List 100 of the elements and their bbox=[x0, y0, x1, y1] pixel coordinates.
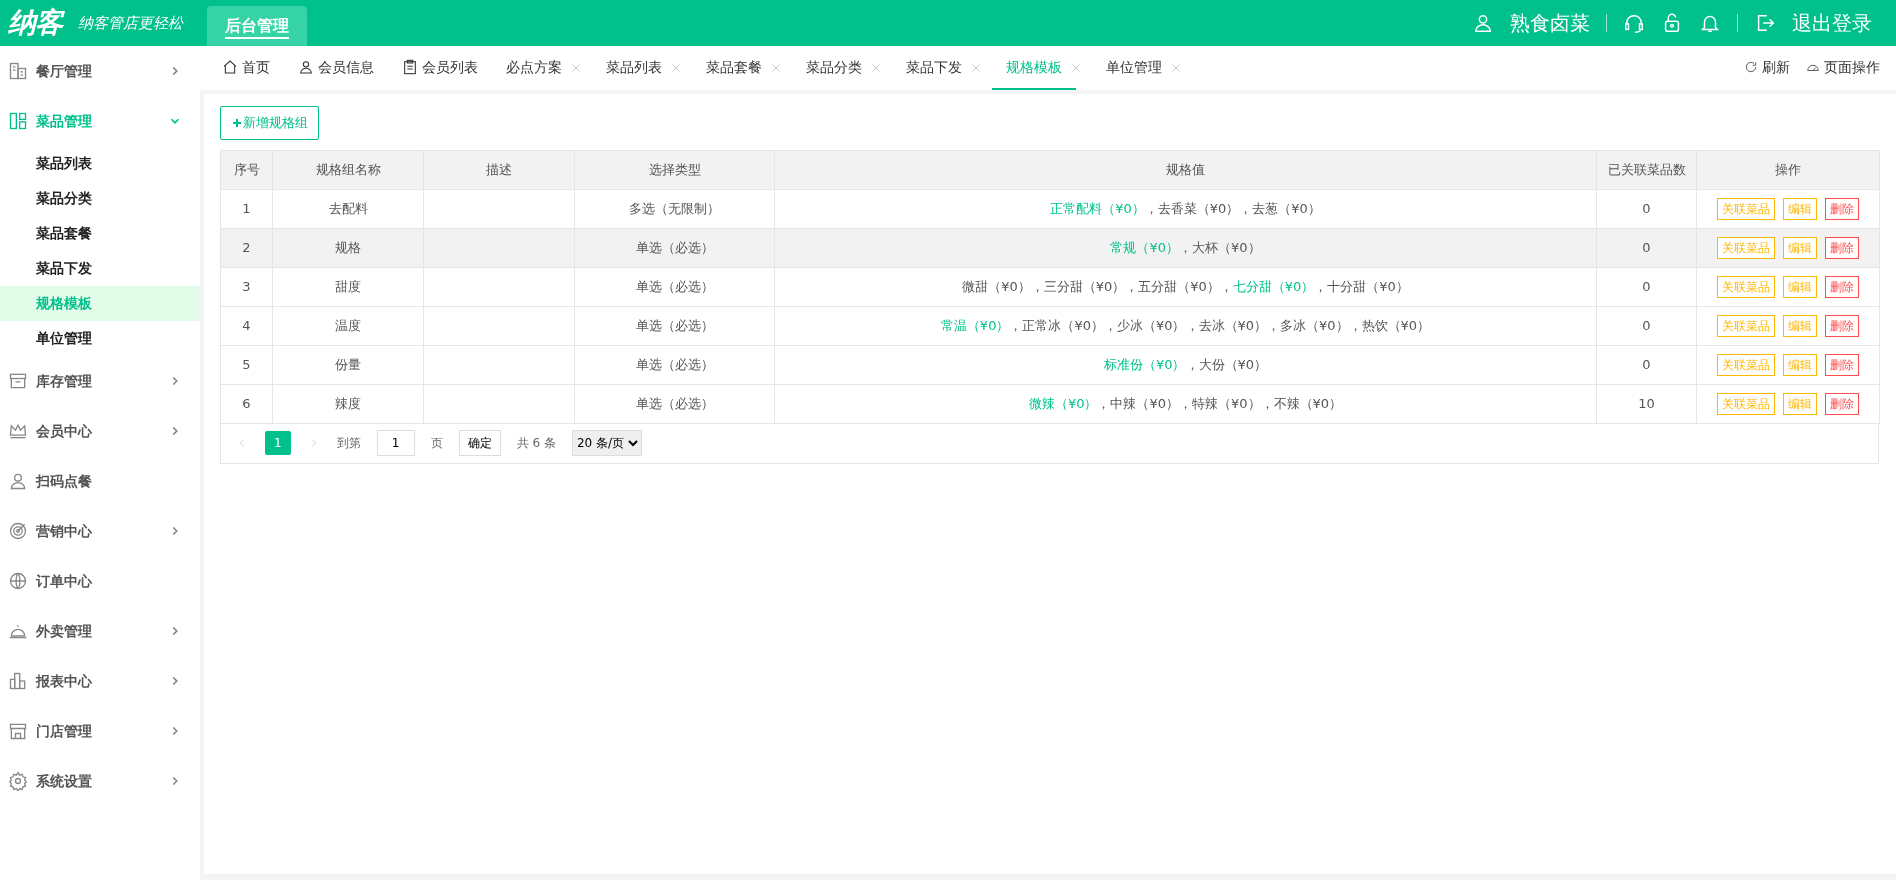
close-icon[interactable] bbox=[970, 62, 982, 74]
default-spec-value: 微辣（¥0） bbox=[1028, 395, 1098, 411]
default-spec-value: 常温（¥0） bbox=[940, 317, 1010, 333]
default-spec-value: 七分甜（¥0） bbox=[1232, 278, 1315, 294]
table-cell: 4 bbox=[220, 306, 273, 345]
close-icon[interactable] bbox=[1170, 62, 1182, 74]
headset-icon bbox=[1623, 12, 1645, 34]
table-cell: 单选（必选） bbox=[574, 228, 775, 267]
table-cell: 6 bbox=[220, 384, 273, 423]
page-tab[interactable]: 单位管理 bbox=[1092, 46, 1176, 90]
close-icon[interactable] bbox=[770, 62, 782, 74]
close-icon[interactable] bbox=[1070, 62, 1082, 74]
sidebar-subitem[interactable]: 菜品列表 bbox=[0, 146, 200, 181]
spec-value: ，大份（¥0） bbox=[1185, 356, 1268, 372]
globe-icon bbox=[8, 571, 28, 591]
page-tab[interactable]: 会员列表 bbox=[388, 46, 492, 90]
sidebar-item[interactable]: 门店管理 bbox=[0, 706, 200, 756]
box-icon bbox=[8, 371, 28, 391]
page-tab[interactable]: 菜品下发 bbox=[892, 46, 976, 90]
column-header: 描述 bbox=[423, 150, 575, 189]
table-cell: 甜度 bbox=[272, 267, 424, 306]
table-cell: 0 bbox=[1596, 228, 1697, 267]
spec-value: ，去冰（¥0） bbox=[1185, 317, 1268, 333]
column-header: 规格值 bbox=[774, 150, 1597, 189]
spec-value: ，五分甜（¥0）， bbox=[1125, 278, 1233, 294]
sidebar-item[interactable]: 扫码点餐 bbox=[0, 456, 200, 506]
clipboard-icon bbox=[402, 59, 418, 75]
sidebar-subitem[interactable]: 菜品套餐 bbox=[0, 216, 200, 251]
slogan: 纳客管店更轻松 bbox=[78, 12, 183, 34]
confirm-button[interactable]: 确定 bbox=[458, 430, 501, 456]
sidebar-item[interactable]: 库存管理 bbox=[0, 356, 200, 406]
table-cell: 单选（必选） bbox=[574, 267, 775, 306]
sidebar-item[interactable]: 餐厅管理 bbox=[0, 46, 200, 96]
table-cell: 0 bbox=[1596, 345, 1697, 384]
table-cell: 5 bbox=[220, 345, 273, 384]
goto-label: 到第 bbox=[336, 435, 361, 452]
page-size-select[interactable]: 20 条/页 bbox=[571, 430, 642, 456]
table-cell: 份量 bbox=[272, 345, 424, 384]
sidebar-subitem[interactable]: 菜品分类 bbox=[0, 181, 200, 216]
page-input[interactable]: 1 bbox=[376, 430, 415, 456]
spec-value: ，少冰（¥0） bbox=[1103, 317, 1186, 333]
sidebar-subitem[interactable]: 单位管理 bbox=[0, 321, 200, 356]
sidebar-item[interactable]: 营销中心 bbox=[0, 506, 200, 556]
page-unit: 页 bbox=[430, 435, 443, 452]
home-icon bbox=[222, 59, 238, 75]
column-header: 序号 bbox=[220, 150, 273, 189]
total-count: 共 6 条 bbox=[516, 435, 556, 452]
spec-value: ，特辣（¥0） bbox=[1179, 395, 1261, 411]
table-cell: 多选（无限制） bbox=[574, 189, 775, 228]
table-cell: 1 bbox=[220, 189, 273, 228]
table-cell: 单选（必选） bbox=[574, 306, 775, 345]
page-tab[interactable]: 菜品套餐 bbox=[692, 46, 776, 90]
page-tab[interactable]: 必点方案 bbox=[492, 46, 576, 90]
spec-value: ，中辣（¥0） bbox=[1097, 395, 1179, 411]
spec-value: ，不辣（¥0） bbox=[1260, 395, 1343, 411]
table-cell: 0 bbox=[1596, 267, 1697, 306]
target-icon bbox=[8, 521, 28, 541]
close-icon[interactable] bbox=[870, 62, 882, 74]
page-tab[interactable]: 菜品列表 bbox=[592, 46, 676, 90]
table-cell: 单选（必选） bbox=[574, 384, 775, 423]
table-cell: 辣度 bbox=[272, 384, 424, 423]
person-icon bbox=[8, 471, 28, 491]
default-spec-value: 常规（¥0） bbox=[1110, 239, 1179, 255]
default-spec-value: 标准份（¥0） bbox=[1103, 356, 1186, 372]
building-icon bbox=[8, 61, 28, 81]
layout-icon bbox=[8, 111, 28, 131]
page-tab[interactable]: 首页 bbox=[208, 46, 284, 90]
table-cell: 3 bbox=[220, 267, 273, 306]
refresh-button[interactable]: 刷新 bbox=[1744, 46, 1790, 90]
spec-value: ，热饮（¥0） bbox=[1348, 317, 1431, 333]
table-cell: 温度 bbox=[272, 306, 424, 345]
sidebar-item[interactable]: 会员中心 bbox=[0, 406, 200, 456]
spec-value: ，正常冰（¥0） bbox=[1009, 317, 1104, 333]
sidebar-item[interactable]: 外卖管理 bbox=[0, 606, 200, 656]
sidebar-item[interactable]: 报表中心 bbox=[0, 656, 200, 706]
sidebar-item[interactable]: 订单中心 bbox=[0, 556, 200, 606]
page-actions-button[interactable]: 页面操作 bbox=[1806, 46, 1880, 90]
column-header: 规格组名称 bbox=[272, 150, 424, 189]
bar-chart-icon bbox=[8, 671, 28, 691]
close-icon[interactable] bbox=[570, 62, 582, 74]
table-cell: 0 bbox=[1596, 306, 1697, 345]
spec-value: ，三分甜（¥0） bbox=[1030, 278, 1126, 294]
user-icon bbox=[1472, 12, 1494, 34]
spec-value: ，去香菜（¥0） bbox=[1144, 200, 1240, 216]
user-icon bbox=[298, 59, 314, 75]
table-cell: 10 bbox=[1596, 384, 1697, 423]
spec-value: ，多冰（¥0） bbox=[1267, 317, 1349, 333]
table-cell: 规格 bbox=[272, 228, 424, 267]
sidebar-subitem[interactable]: 菜品下发 bbox=[0, 251, 200, 286]
sidebar-item[interactable]: 系统设置 bbox=[0, 756, 200, 806]
page-tab[interactable]: 会员信息 bbox=[284, 46, 388, 90]
spec-value: ，去葱（¥0） bbox=[1239, 200, 1321, 216]
table-cell: 单选（必选） bbox=[574, 345, 775, 384]
spec-value: ，大杯（¥0） bbox=[1179, 239, 1261, 255]
spec-value: 微甜（¥0） bbox=[962, 278, 1031, 294]
page-tab[interactable]: 菜品分类 bbox=[792, 46, 876, 90]
column-header: 操作 bbox=[1696, 150, 1880, 189]
spec-value: ，十分甜（¥0） bbox=[1314, 278, 1409, 294]
plus-icon bbox=[231, 116, 243, 129]
close-icon[interactable] bbox=[670, 62, 682, 74]
